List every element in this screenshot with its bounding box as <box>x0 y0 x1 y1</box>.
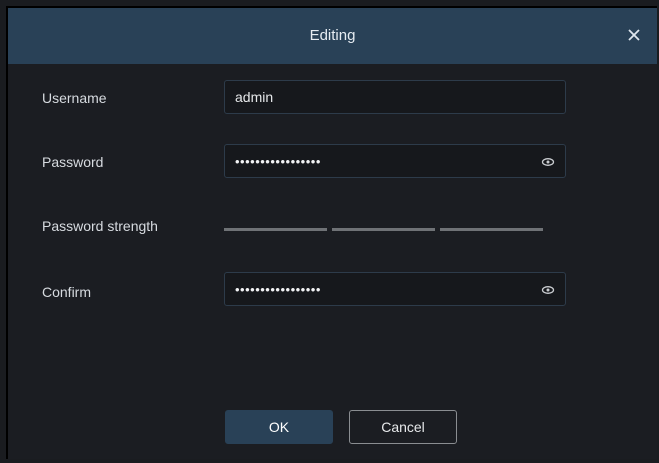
ok-button[interactable]: OK <box>225 410 333 444</box>
strength-segment-strong <box>440 228 543 231</box>
username-input[interactable] <box>225 81 565 113</box>
close-icon[interactable] <box>621 22 647 48</box>
username-label: Username <box>42 90 107 106</box>
confirm-mask: ••••••••••••••••• <box>235 282 321 297</box>
strength-segment-medium <box>332 228 435 231</box>
eye-icon[interactable] <box>541 155 555 169</box>
username-field-box <box>224 80 566 114</box>
confirm-field[interactable]: ••••••••••••••••• <box>224 272 566 306</box>
cancel-button[interactable]: Cancel <box>349 410 457 444</box>
confirm-label: Confirm <box>42 284 92 300</box>
editing-dialog: Editing Username Password ••••••••••••••… <box>6 6 657 459</box>
strength-segment-weak <box>224 228 327 231</box>
password-field[interactable]: ••••••••••••••••• <box>224 144 566 178</box>
dialog-title: Editing <box>309 27 356 44</box>
password-label: Password <box>42 154 104 170</box>
eye-icon[interactable] <box>541 283 555 297</box>
password-strength-label: Password strength <box>42 218 158 234</box>
dialog-titlebar: Editing <box>8 8 657 64</box>
password-mask: ••••••••••••••••• <box>235 154 321 169</box>
password-strength-meter <box>224 228 546 231</box>
